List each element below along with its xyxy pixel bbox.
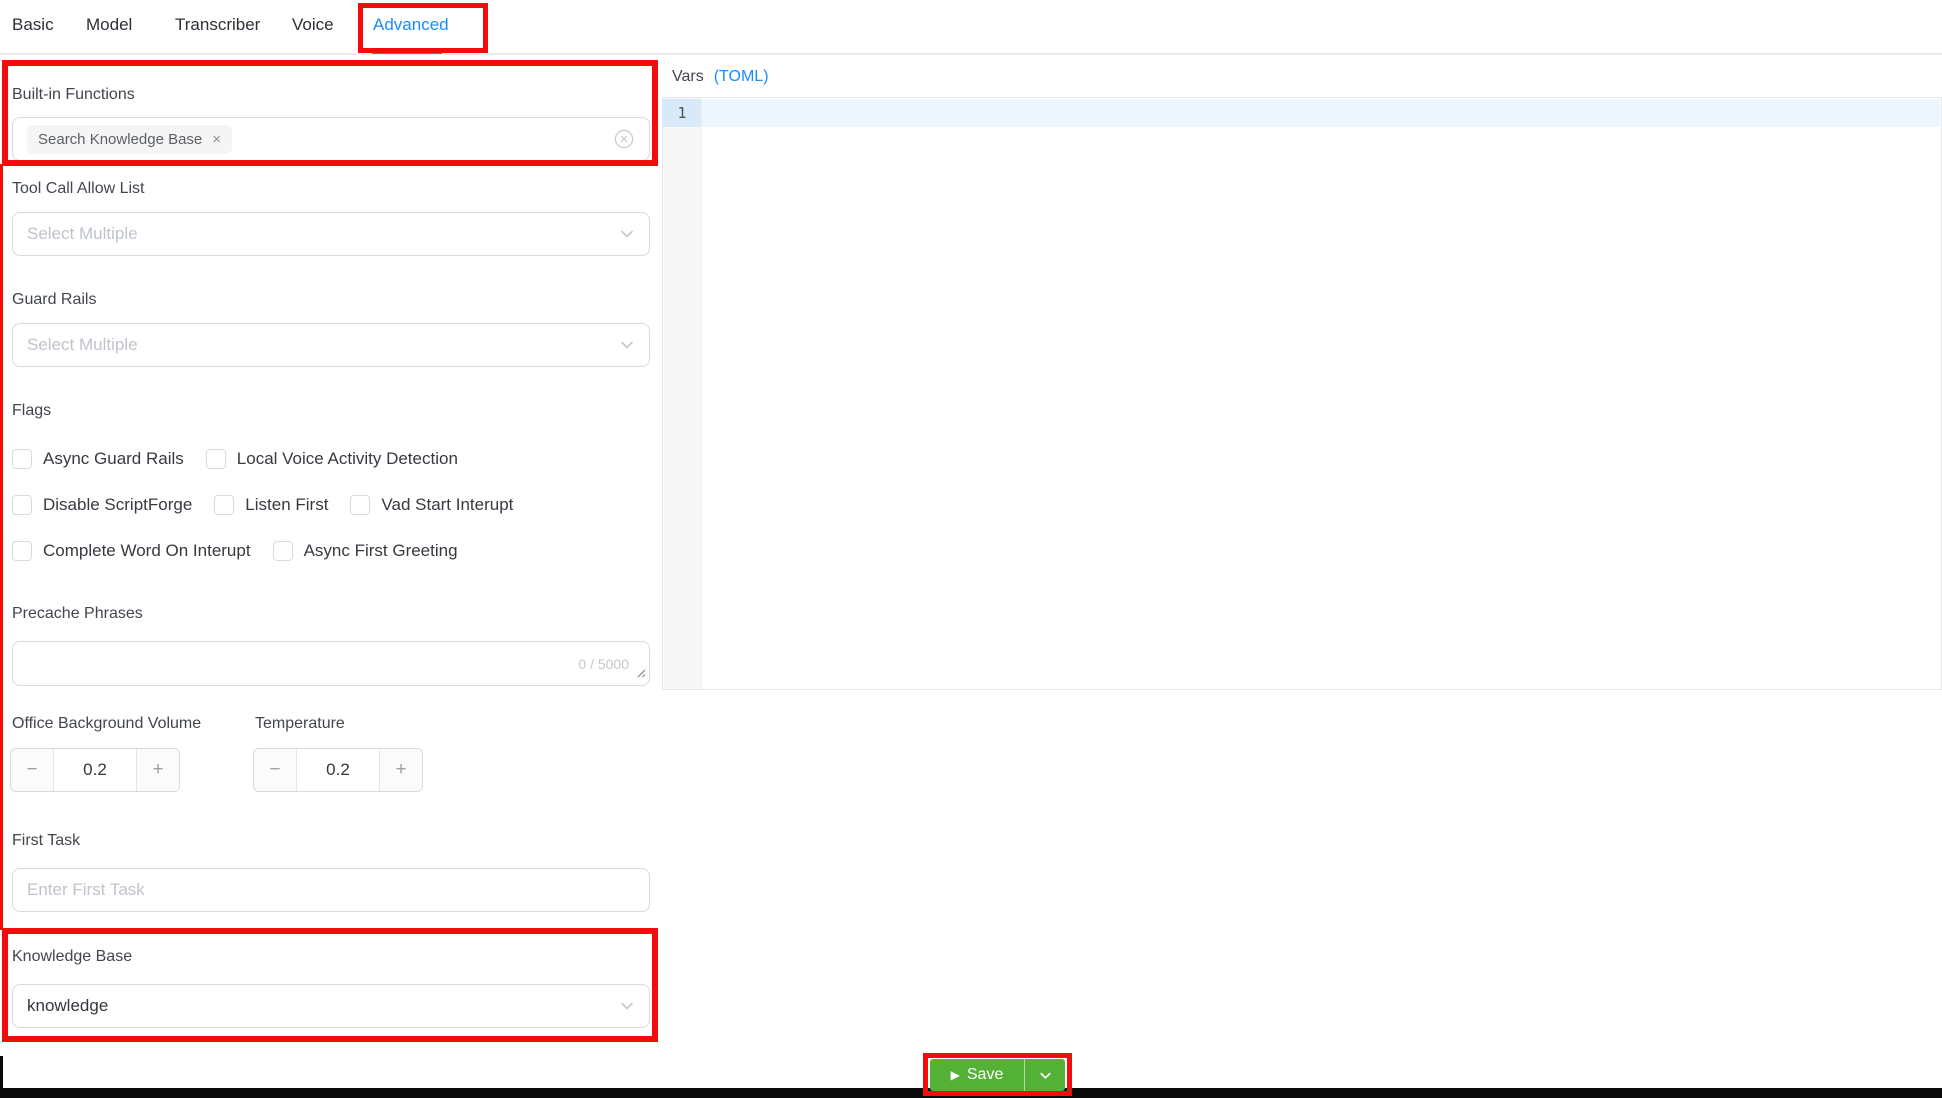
knowledge-base-label: Knowledge Base — [12, 948, 132, 966]
vars-label: Vars — [672, 68, 704, 86]
flag-disable-scriptforge: Disable ScriptForge — [12, 495, 192, 515]
temperature-label: Temperature — [255, 715, 345, 733]
flags-row-3: Complete Word On Interupt Async First Gr… — [12, 541, 458, 561]
active-tab-indicator — [372, 50, 442, 54]
precache-phrases-label: Precache Phrases — [12, 605, 143, 623]
tab-advanced[interactable]: Advanced — [373, 15, 449, 35]
flag-async-guard-rails: Async Guard Rails — [12, 449, 184, 469]
checkbox-label: Async First Greeting — [304, 541, 458, 561]
tool-call-allow-list-label: Tool Call Allow List — [12, 180, 145, 198]
flag-vad-start-interupt: Vad Start Interupt — [350, 495, 513, 515]
char-counter: 0 / 5000 — [578, 656, 635, 672]
office-background-volume-stepper: − 0.2 + — [10, 748, 180, 792]
decrement-button[interactable]: − — [11, 749, 54, 791]
flags-label: Flags — [12, 402, 51, 420]
save-split-button: ▶ Save — [930, 1059, 1065, 1091]
tag-remove-icon[interactable]: × — [212, 132, 221, 147]
builtin-functions-label: Built-in Functions — [12, 86, 135, 104]
input-placeholder: Enter First Task — [27, 880, 145, 900]
builtin-functions-multiselect[interactable]: Search Knowledge Base × — [12, 117, 650, 161]
knowledge-base-select[interactable]: knowledge — [12, 984, 650, 1028]
checkbox[interactable] — [206, 449, 226, 469]
tab-basic[interactable]: Basic — [12, 15, 54, 35]
checkbox-label: Vad Start Interupt — [381, 495, 513, 515]
line-number-gutter — [663, 98, 702, 689]
select-placeholder: Select Multiple — [27, 335, 138, 355]
selected-value: knowledge — [27, 996, 108, 1016]
flag-async-first-greeting: Async First Greeting — [273, 541, 458, 561]
select-placeholder: Select Multiple — [27, 224, 138, 244]
chevron-down-icon — [619, 998, 635, 1014]
increment-button[interactable]: + — [379, 749, 422, 791]
checkbox-label: Local Voice Activity Detection — [237, 449, 458, 469]
resize-handle-icon[interactable] — [634, 665, 646, 683]
checkbox[interactable] — [350, 495, 370, 515]
flag-complete-word-on-interupt: Complete Word On Interupt — [12, 541, 251, 561]
line-number: 1 — [663, 99, 701, 127]
flag-local-voice-activity-detection: Local Voice Activity Detection — [206, 449, 458, 469]
office-background-volume-label: Office Background Volume — [12, 715, 201, 733]
play-icon: ▶ — [951, 1069, 960, 1081]
stepper-value[interactable]: 0.2 — [297, 749, 379, 791]
checkbox[interactable] — [273, 541, 293, 561]
checkbox-label: Disable ScriptForge — [43, 495, 192, 515]
stepper-value[interactable]: 0.2 — [54, 749, 136, 791]
tab-model[interactable]: Model — [86, 15, 132, 35]
checkbox-label: Complete Word On Interupt — [43, 541, 251, 561]
save-button[interactable]: ▶ Save — [930, 1059, 1024, 1091]
first-task-input[interactable]: Enter First Task — [12, 868, 650, 912]
clear-all-icon[interactable] — [613, 128, 635, 150]
guard-rails-select[interactable]: Select Multiple — [12, 323, 650, 367]
active-line-highlight — [702, 99, 1940, 127]
decrement-button[interactable]: − — [254, 749, 297, 791]
chevron-down-icon — [619, 226, 635, 242]
flags-row-1: Async Guard Rails Local Voice Activity D… — [12, 449, 458, 469]
precache-phrases-textarea[interactable]: 0 / 5000 — [12, 641, 650, 686]
advanced-settings-page: Basic Model Transcriber Voice Advanced B… — [0, 0, 1942, 1098]
vars-code-editor[interactable]: 1 — [662, 97, 1942, 690]
save-label: Save — [967, 1066, 1003, 1084]
tool-call-allow-list-select[interactable]: Select Multiple — [12, 212, 650, 256]
chevron-down-icon — [619, 337, 635, 353]
flags-row-2: Disable ScriptForge Listen First Vad Sta… — [12, 495, 513, 515]
checkbox[interactable] — [12, 495, 32, 515]
first-task-label: First Task — [12, 832, 80, 850]
bottom-left-edge — [0, 1056, 3, 1098]
tab-transcriber[interactable]: Transcriber — [175, 15, 260, 35]
increment-button[interactable]: + — [136, 749, 179, 791]
tab-bar: Basic Model Transcriber Voice Advanced — [0, 0, 1942, 55]
tab-voice[interactable]: Voice — [292, 15, 334, 35]
temperature-stepper: − 0.2 + — [253, 748, 423, 792]
checkbox[interactable] — [214, 495, 234, 515]
checkbox-label: Async Guard Rails — [43, 449, 184, 469]
vars-header: Vars (TOML) — [672, 68, 769, 86]
selected-function-tag: Search Knowledge Base × — [27, 125, 232, 154]
toml-format-link[interactable]: (TOML) — [714, 68, 769, 86]
checkbox-label: Listen First — [245, 495, 328, 515]
checkbox[interactable] — [12, 541, 32, 561]
flag-listen-first: Listen First — [214, 495, 328, 515]
guard-rails-label: Guard Rails — [12, 291, 96, 309]
tag-label: Search Knowledge Base — [38, 131, 202, 148]
save-dropdown-button[interactable] — [1024, 1059, 1065, 1091]
annotation-connector-line — [0, 164, 3, 930]
checkbox[interactable] — [12, 449, 32, 469]
